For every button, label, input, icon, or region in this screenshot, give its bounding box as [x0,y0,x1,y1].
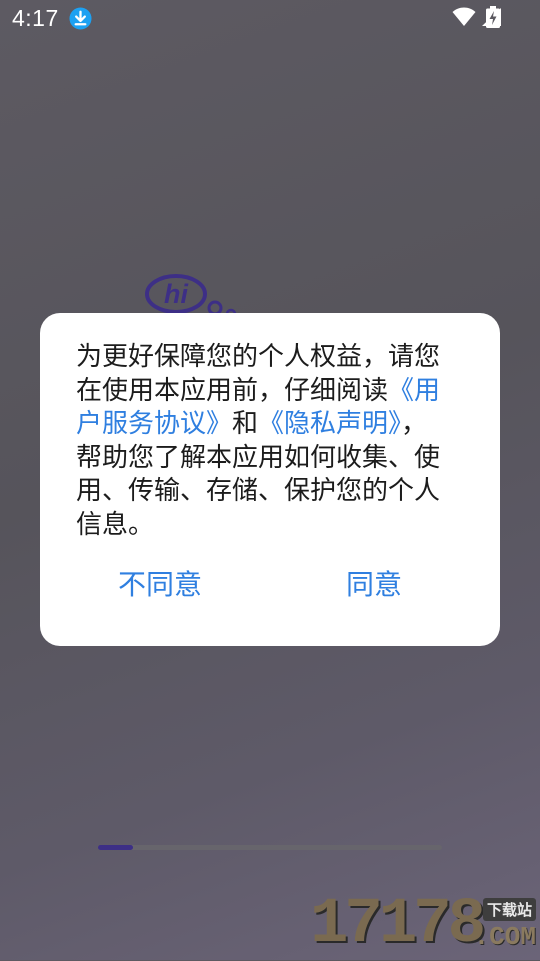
dialog-message: 为更好保障您的个人权益，请您在使用本应用前，仔细阅读《用户服务协议》和《隐私声明… [76,341,448,542]
page-indicator-active [98,845,133,850]
privacy-statement-link[interactable]: 《隐私声明》 [258,409,401,439]
logo-text: hi [164,279,188,309]
message-text-2: 和 [232,409,259,439]
privacy-dialog: 为更好保障您的个人权益，请您在使用本应用前，仔细阅读《用户服务协议》和《隐私声明… [40,313,500,646]
message-text-1: 为更好保障您的个人权益，请您在使用本应用前，仔细阅读 [76,342,441,406]
watermark-domain: .COM [473,922,536,952]
battery-charging-icon [486,6,500,28]
status-time: 4:17 [12,5,59,31]
watermark-digits: 17178 [310,889,486,961]
wifi-icon [452,7,476,26]
disagree-button[interactable]: 不同意 [118,563,202,603]
status-bar: 4:17 [0,0,540,38]
page-indicator-track [98,845,442,850]
download-icon [69,7,92,30]
agree-button[interactable]: 同意 [346,563,402,603]
watermark-tag: 下载站 [482,898,536,921]
site-watermark: 17178 下载站 .COM [310,892,540,960]
